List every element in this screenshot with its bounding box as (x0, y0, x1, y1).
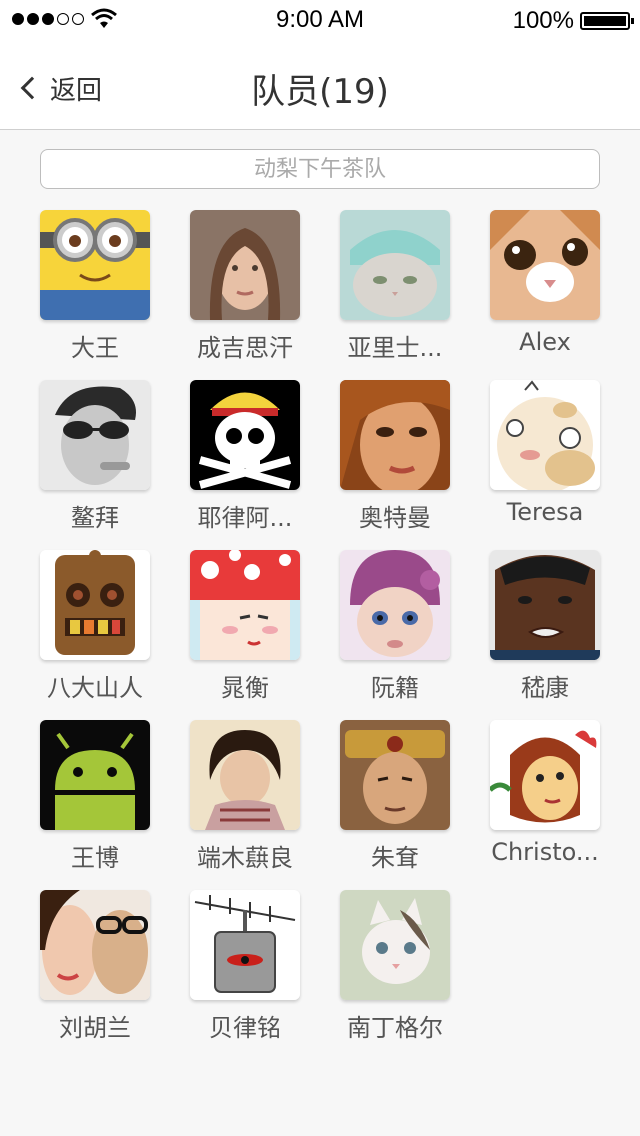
member-name: 成吉思汗 (197, 334, 293, 362)
member-item[interactable]: 刘胡兰 (15, 890, 165, 1050)
white-kitten-avatar (340, 890, 450, 1000)
member-item[interactable]: 阮籍 (315, 550, 465, 710)
member-item[interactable]: 贝律铭 (165, 890, 315, 1050)
member-item[interactable]: 朱耷 (315, 720, 465, 880)
member-item[interactable]: 亚里士... (315, 210, 465, 370)
member-name: 嵇康 (521, 674, 569, 702)
member-item[interactable]: 奥特曼 (315, 380, 465, 540)
member-name: 亚里士... (347, 334, 443, 362)
battery-icon (580, 12, 634, 30)
android-logo-avatar (40, 720, 150, 830)
member-name: Alex (519, 328, 571, 356)
search-input[interactable] (40, 149, 600, 189)
member-item[interactable]: Christo... (465, 720, 615, 880)
navigation-bar: 返回 队员(19) (0, 40, 640, 130)
member-name: 鳌拜 (71, 504, 119, 532)
woman-portrait-avatar (190, 210, 300, 320)
man-face-avatar (490, 550, 600, 660)
member-item[interactable]: 王博 (15, 720, 165, 880)
man-sunglasses-avatar (40, 380, 150, 490)
pirate-skull-avatar (190, 380, 300, 490)
cartoon-monkey-avatar (490, 720, 600, 830)
member-item[interactable]: 端木蕻良 (165, 720, 315, 880)
member-item[interactable]: Alex (465, 210, 615, 370)
girl-short-hair-avatar (190, 720, 300, 830)
member-name: Teresa (506, 498, 584, 526)
cat-towel-avatar (340, 210, 450, 320)
battery-percentage: 100% (512, 7, 574, 34)
member-item[interactable]: Teresa (465, 380, 615, 540)
member-item[interactable]: 八大山人 (15, 550, 165, 710)
member-name: 刘胡兰 (59, 1014, 131, 1042)
member-name: 南丁格尔 (347, 1014, 443, 1042)
page-title: 队员(19) (251, 72, 389, 112)
member-name: 晁衡 (221, 674, 269, 702)
couple-photo-avatar (40, 890, 150, 1000)
member-item[interactable]: 耶律阿... (165, 380, 315, 540)
antenna-robot-avatar (190, 890, 300, 1000)
member-item[interactable]: 晁衡 (165, 550, 315, 710)
member-name: 贝律铭 (209, 1014, 281, 1042)
mushroom-character-avatar (190, 550, 300, 660)
member-name: 大王 (71, 334, 119, 362)
cartoon-egg-face-avatar (490, 380, 600, 490)
member-name: 端木蕻良 (197, 844, 293, 872)
kitten-closeup-avatar (490, 210, 600, 320)
member-item[interactable]: 成吉思汗 (165, 210, 315, 370)
status-bar: 9:00 AM 100% (0, 0, 640, 40)
member-item[interactable]: 鳌拜 (15, 380, 165, 540)
qing-official-avatar (340, 720, 450, 830)
member-name: 阮籍 (371, 674, 419, 702)
member-name: 耶律阿... (197, 504, 293, 532)
member-item[interactable]: 南丁格尔 (315, 890, 465, 1050)
minion-avatar (40, 210, 150, 320)
cartoon-robot-avatar (40, 550, 150, 660)
member-name: 王博 (71, 844, 119, 872)
member-name: 八大山人 (47, 674, 143, 702)
member-name: 奥特曼 (359, 504, 431, 532)
baby-hat-avatar (340, 550, 450, 660)
girl-closeup-avatar (340, 380, 450, 490)
member-name: Christo... (491, 838, 599, 866)
member-item[interactable]: 嵇康 (465, 550, 615, 710)
member-name: 朱耷 (371, 844, 419, 872)
member-item[interactable]: 大王 (15, 210, 165, 370)
